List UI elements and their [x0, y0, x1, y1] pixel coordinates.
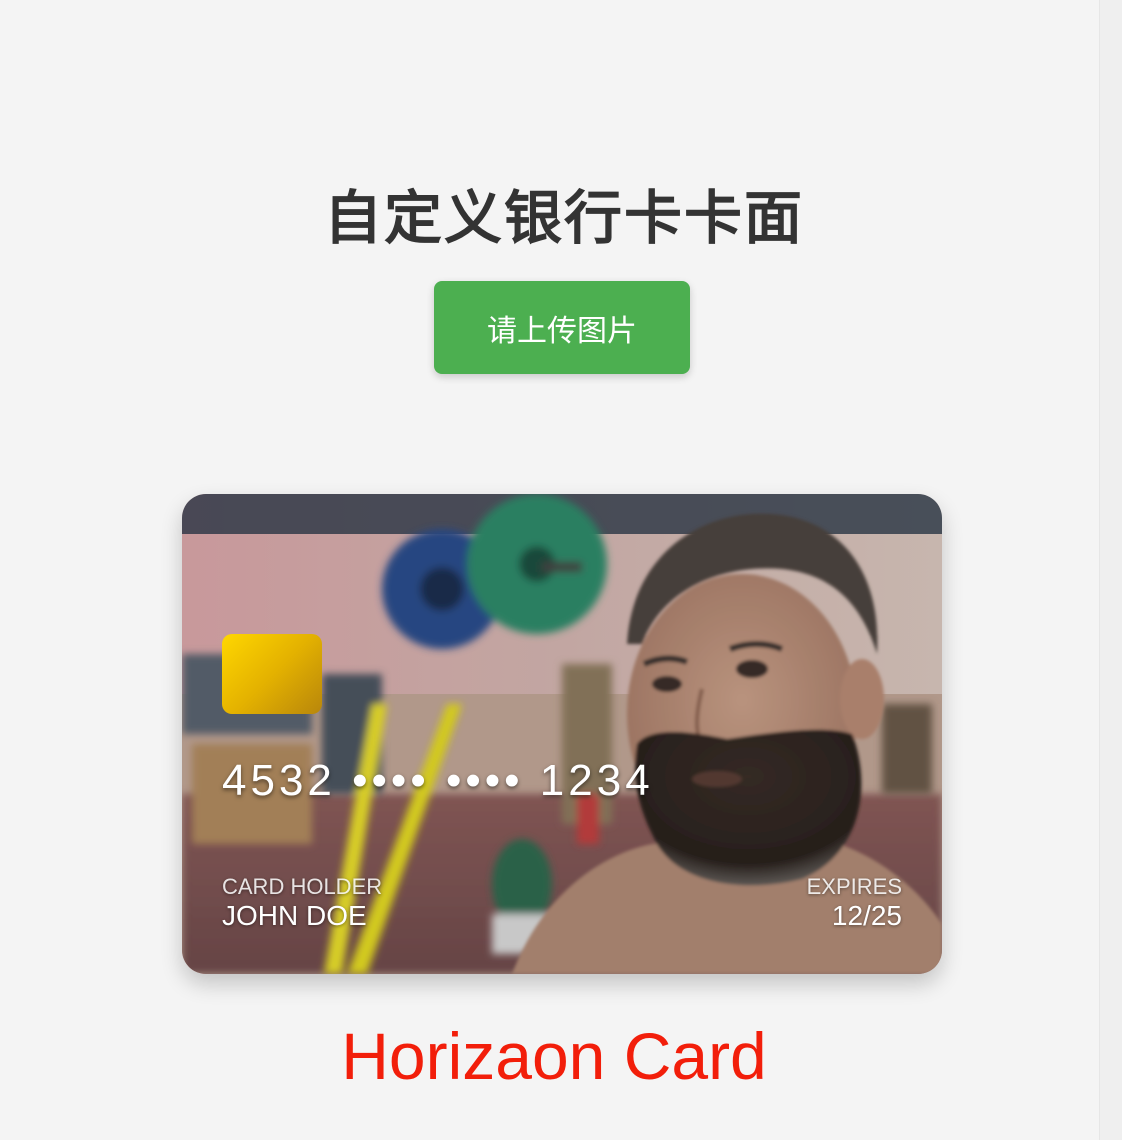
- expires-value: 12/25: [831, 900, 902, 931]
- card-holder-label: CARD HOLDER: [222, 874, 383, 899]
- vertical-scrollbar[interactable]: [1099, 0, 1122, 1140]
- expires-label: EXPIRES: [806, 874, 902, 899]
- card-number: 4532 •••• •••• 1234: [222, 756, 654, 805]
- upload-image-button[interactable]: 请上传图片: [434, 281, 690, 374]
- card-holder-name: JOHN DOE: [222, 900, 367, 931]
- page: 自定义银行卡卡面 请上传图片 4532 •••• •••• 1234 CARD …: [0, 0, 1122, 1140]
- card-chip: [222, 634, 322, 714]
- bank-card-preview: 4532 •••• •••• 1234 CARD HOLDER JOHN DOE…: [182, 494, 942, 974]
- page-title: 自定义银行卡卡面: [323, 183, 804, 252]
- card-brand-text: Horizaon Card: [341, 1019, 767, 1093]
